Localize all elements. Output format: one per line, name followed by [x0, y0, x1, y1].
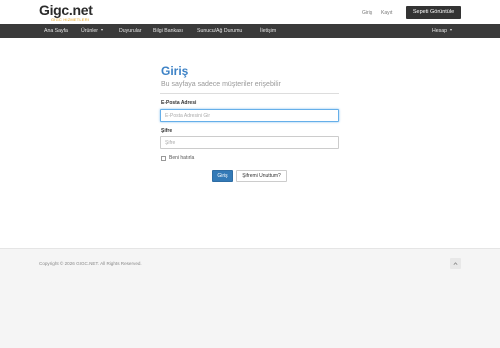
nav-item-network-status[interactable]: Sunucu/Ağ Durumu [197, 24, 242, 38]
password-field[interactable] [160, 136, 339, 149]
site-header: Gigc.net GIGC HIZMETLERI Giriş Kayıt Sep… [0, 0, 500, 24]
register-link[interactable]: Kayıt [381, 10, 392, 16]
logo-text: Gigc.net [39, 2, 93, 18]
nav-item-label: Duyurular [119, 28, 142, 34]
chevron-down-icon [450, 29, 452, 32]
remember-me-label: Beni hatırla [169, 155, 195, 161]
nav-item-label: Ana Sayfa [44, 28, 68, 34]
email-label: E-Posta Adresi [161, 100, 197, 106]
nav-item-knowledgebase[interactable]: Bilgi Bankası [153, 24, 183, 38]
chevron-up-icon [453, 262, 458, 265]
login-button[interactable]: Giriş [212, 170, 233, 182]
main-navbar: Ana Sayfa Ürünler Duyurular Bilgi Bankas… [0, 24, 500, 38]
title-divider [160, 93, 339, 94]
nav-item-contact[interactable]: İletişim [260, 24, 276, 38]
remember-me: Beni hatırla [161, 155, 194, 161]
nav-item-label: Ürünler [81, 28, 99, 34]
page-title: Giriş [161, 64, 189, 78]
nav-item-home[interactable]: Ana Sayfa [44, 24, 68, 38]
nav-item-products[interactable]: Ürünler [81, 24, 104, 38]
remember-me-checkbox[interactable] [161, 155, 166, 161]
site-footer: Copyright © 2026 GIGC.NET. All Rights Re… [0, 248, 500, 348]
copyright-text: Copyright © 2026 GIGC.NET. All Rights Re… [39, 261, 142, 266]
nav-item-account[interactable]: Hesap [432, 24, 452, 38]
chevron-down-icon [101, 29, 104, 32]
page-subtitle: Bu sayfaya sadece müşteriler erişebilir [161, 81, 281, 88]
nav-item-label: İletişim [260, 28, 277, 34]
view-cart-button[interactable]: Sepeti Görüntüle [406, 6, 461, 19]
login-link[interactable]: Giriş [362, 10, 372, 16]
nav-item-announcements[interactable]: Duyurular [119, 24, 142, 38]
nav-item-label: Hesap [432, 28, 447, 34]
nav-item-label: Sunucu/Ağ Durumu [197, 28, 243, 34]
password-label: Şifre [161, 128, 173, 134]
site-logo[interactable]: Gigc.net GIGC HIZMETLERI [39, 2, 109, 22]
back-to-top-button[interactable] [450, 258, 461, 269]
nav-item-label: Bilgi Bankası [153, 28, 183, 34]
forgot-password-button[interactable]: Şifremi Unuttum? [236, 170, 287, 182]
logo-subtext: GIGC HIZMETLERI [51, 17, 90, 22]
email-field[interactable] [160, 109, 339, 122]
